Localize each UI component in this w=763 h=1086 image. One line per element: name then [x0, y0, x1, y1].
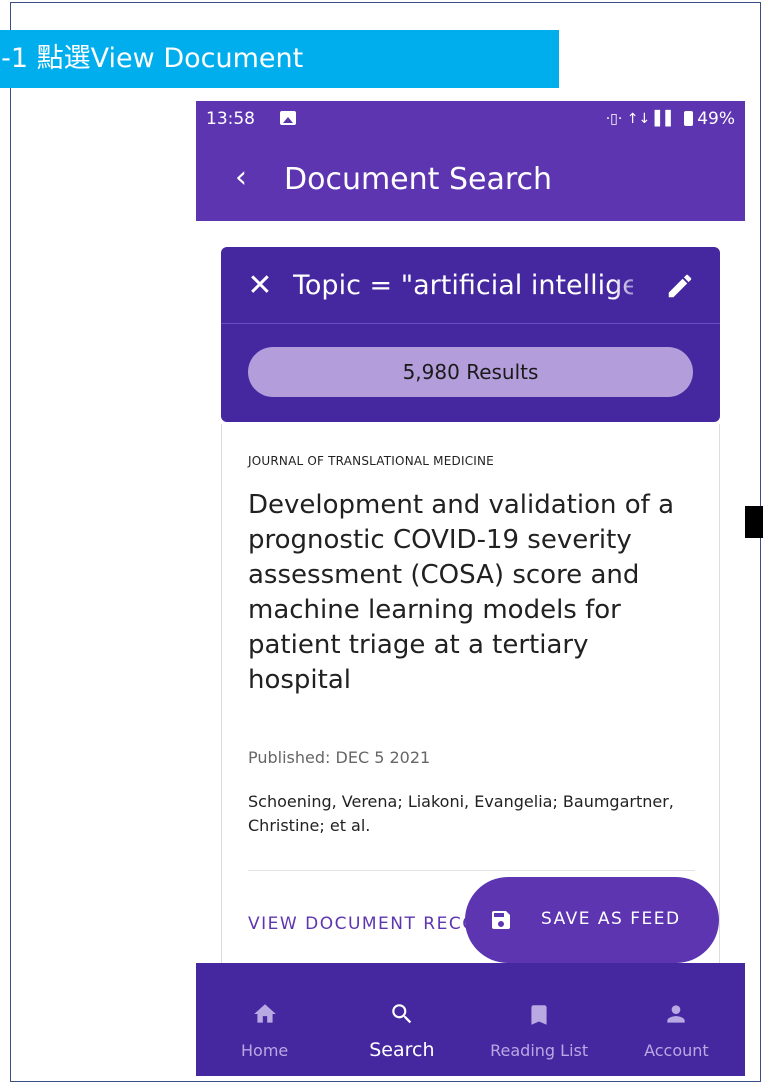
- phone-screen: 13:58 ·▯· ↑↓ ▌▌ 49% ‹ Document Search ✕ …: [196, 101, 745, 1076]
- search-icon: [392, 1004, 412, 1024]
- step-banner: 2-1 點選View Document: [0, 30, 559, 88]
- save-as-feed-label: SAVE AS FEED: [541, 909, 681, 929]
- query-divider: [221, 323, 720, 324]
- card-divider: [248, 870, 695, 871]
- document-title[interactable]: Development and validation of a prognost…: [248, 488, 678, 698]
- bookmark-icon: [531, 1005, 547, 1025]
- nav-item-reading-list[interactable]: Reading List: [471, 963, 608, 1076]
- account-icon: [667, 1005, 686, 1023]
- bottom-navigation: Home Search Reading List Account: [196, 963, 745, 1076]
- pencil-icon: [668, 274, 692, 298]
- home-icon: [253, 1004, 276, 1023]
- nav-label-search: Search: [369, 1039, 435, 1061]
- nav-item-search[interactable]: Search: [333, 963, 470, 1076]
- battery-level: 49%: [697, 109, 735, 129]
- back-button[interactable]: ‹: [226, 160, 256, 196]
- journal-name: JOURNAL OF TRANSLATIONAL MEDICINE: [248, 454, 494, 468]
- status-indicators: ·▯· ↑↓ ▌▌ 49%: [606, 109, 735, 129]
- edit-query-button[interactable]: [665, 269, 695, 303]
- nav-item-home[interactable]: Home: [196, 963, 333, 1076]
- results-count-pill[interactable]: 5,980 Results: [248, 347, 693, 397]
- battery-status: 49%: [684, 109, 735, 129]
- query-card: ✕ Topic = "artificial intelligence" 5,98…: [221, 247, 720, 422]
- save-as-feed-button[interactable]: SAVE AS FEED: [465, 877, 719, 963]
- battery-icon: [684, 111, 694, 126]
- query-text-fade: [613, 265, 653, 309]
- published-date: Published: DEC 5 2021: [248, 748, 431, 767]
- save-icon: [492, 911, 510, 929]
- authors: Schoening, Verena; Liakoni, Evangelia; B…: [248, 792, 674, 835]
- status-time: 13:58: [206, 109, 255, 129]
- status-bar: 13:58 ·▯· ↑↓ ▌▌ 49%: [196, 101, 745, 138]
- app-bar: ‹ Document Search: [196, 138, 745, 221]
- nav-item-account[interactable]: Account: [608, 963, 745, 1076]
- signal-icons: ·▯· ↑↓ ▌▌: [605, 111, 677, 127]
- main-content: ✕ Topic = "artificial intelligence" 5,98…: [196, 221, 745, 964]
- close-query-button[interactable]: ✕: [245, 269, 275, 303]
- nav-label-reading-list: Reading List: [490, 1041, 589, 1060]
- nav-label-home: Home: [241, 1041, 289, 1060]
- page-title: Document Search: [284, 162, 553, 197]
- query-text: Topic = "artificial intelligence": [293, 270, 633, 301]
- image-notification-icon: [280, 111, 296, 125]
- nav-label-account: Account: [644, 1041, 709, 1060]
